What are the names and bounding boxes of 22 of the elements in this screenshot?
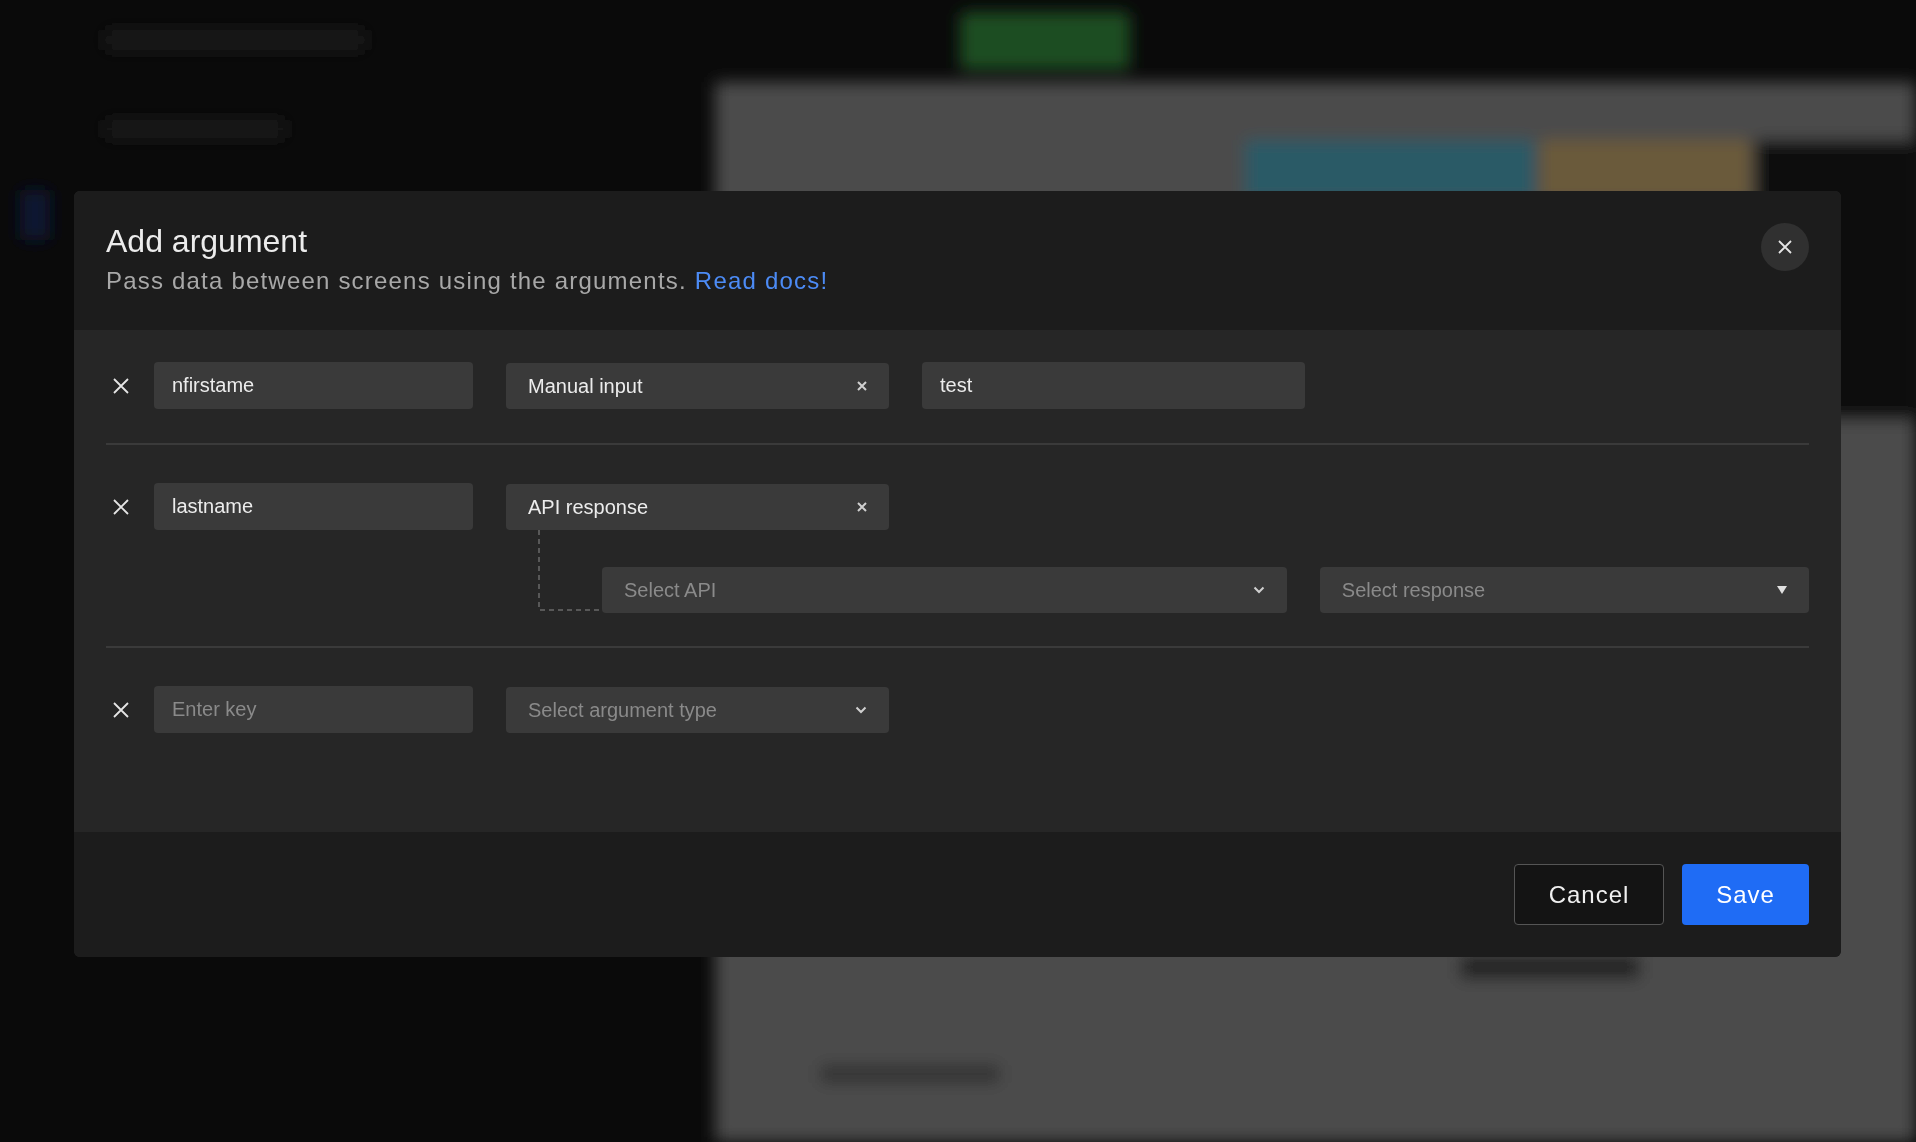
argument-type-select[interactable]: Manual input xyxy=(506,362,889,409)
remove-icon[interactable] xyxy=(112,497,130,516)
clear-icon[interactable] xyxy=(857,380,867,391)
close-button[interactable] xyxy=(1761,223,1809,271)
value-field[interactable]: test xyxy=(922,362,1305,409)
argument-type-select[interactable]: API response xyxy=(506,483,889,530)
chevron-down-icon xyxy=(855,705,867,714)
dialog-subtitle: Pass data between screens using the arguments. xyxy=(106,266,687,296)
chevron-down-icon xyxy=(1252,586,1265,594)
dialog-title: Add argument xyxy=(106,222,307,261)
remove-icon[interactable] xyxy=(112,700,130,719)
docs-link[interactable]: Read docs! xyxy=(694,265,829,297)
save-button[interactable]: Save xyxy=(1682,864,1809,925)
key-field[interactable]: lastname xyxy=(154,483,473,530)
clear-icon[interactable] xyxy=(857,501,867,512)
caret-icon xyxy=(1777,586,1787,594)
remove-icon[interactable] xyxy=(112,376,130,395)
key-field[interactable]: Enter key xyxy=(154,686,473,733)
key-field[interactable]: nfirstame xyxy=(154,362,473,409)
cancel-button[interactable]: Cancel xyxy=(1514,864,1664,925)
blurred-sidebar-item xyxy=(20,190,50,240)
close-icon xyxy=(1777,239,1793,255)
